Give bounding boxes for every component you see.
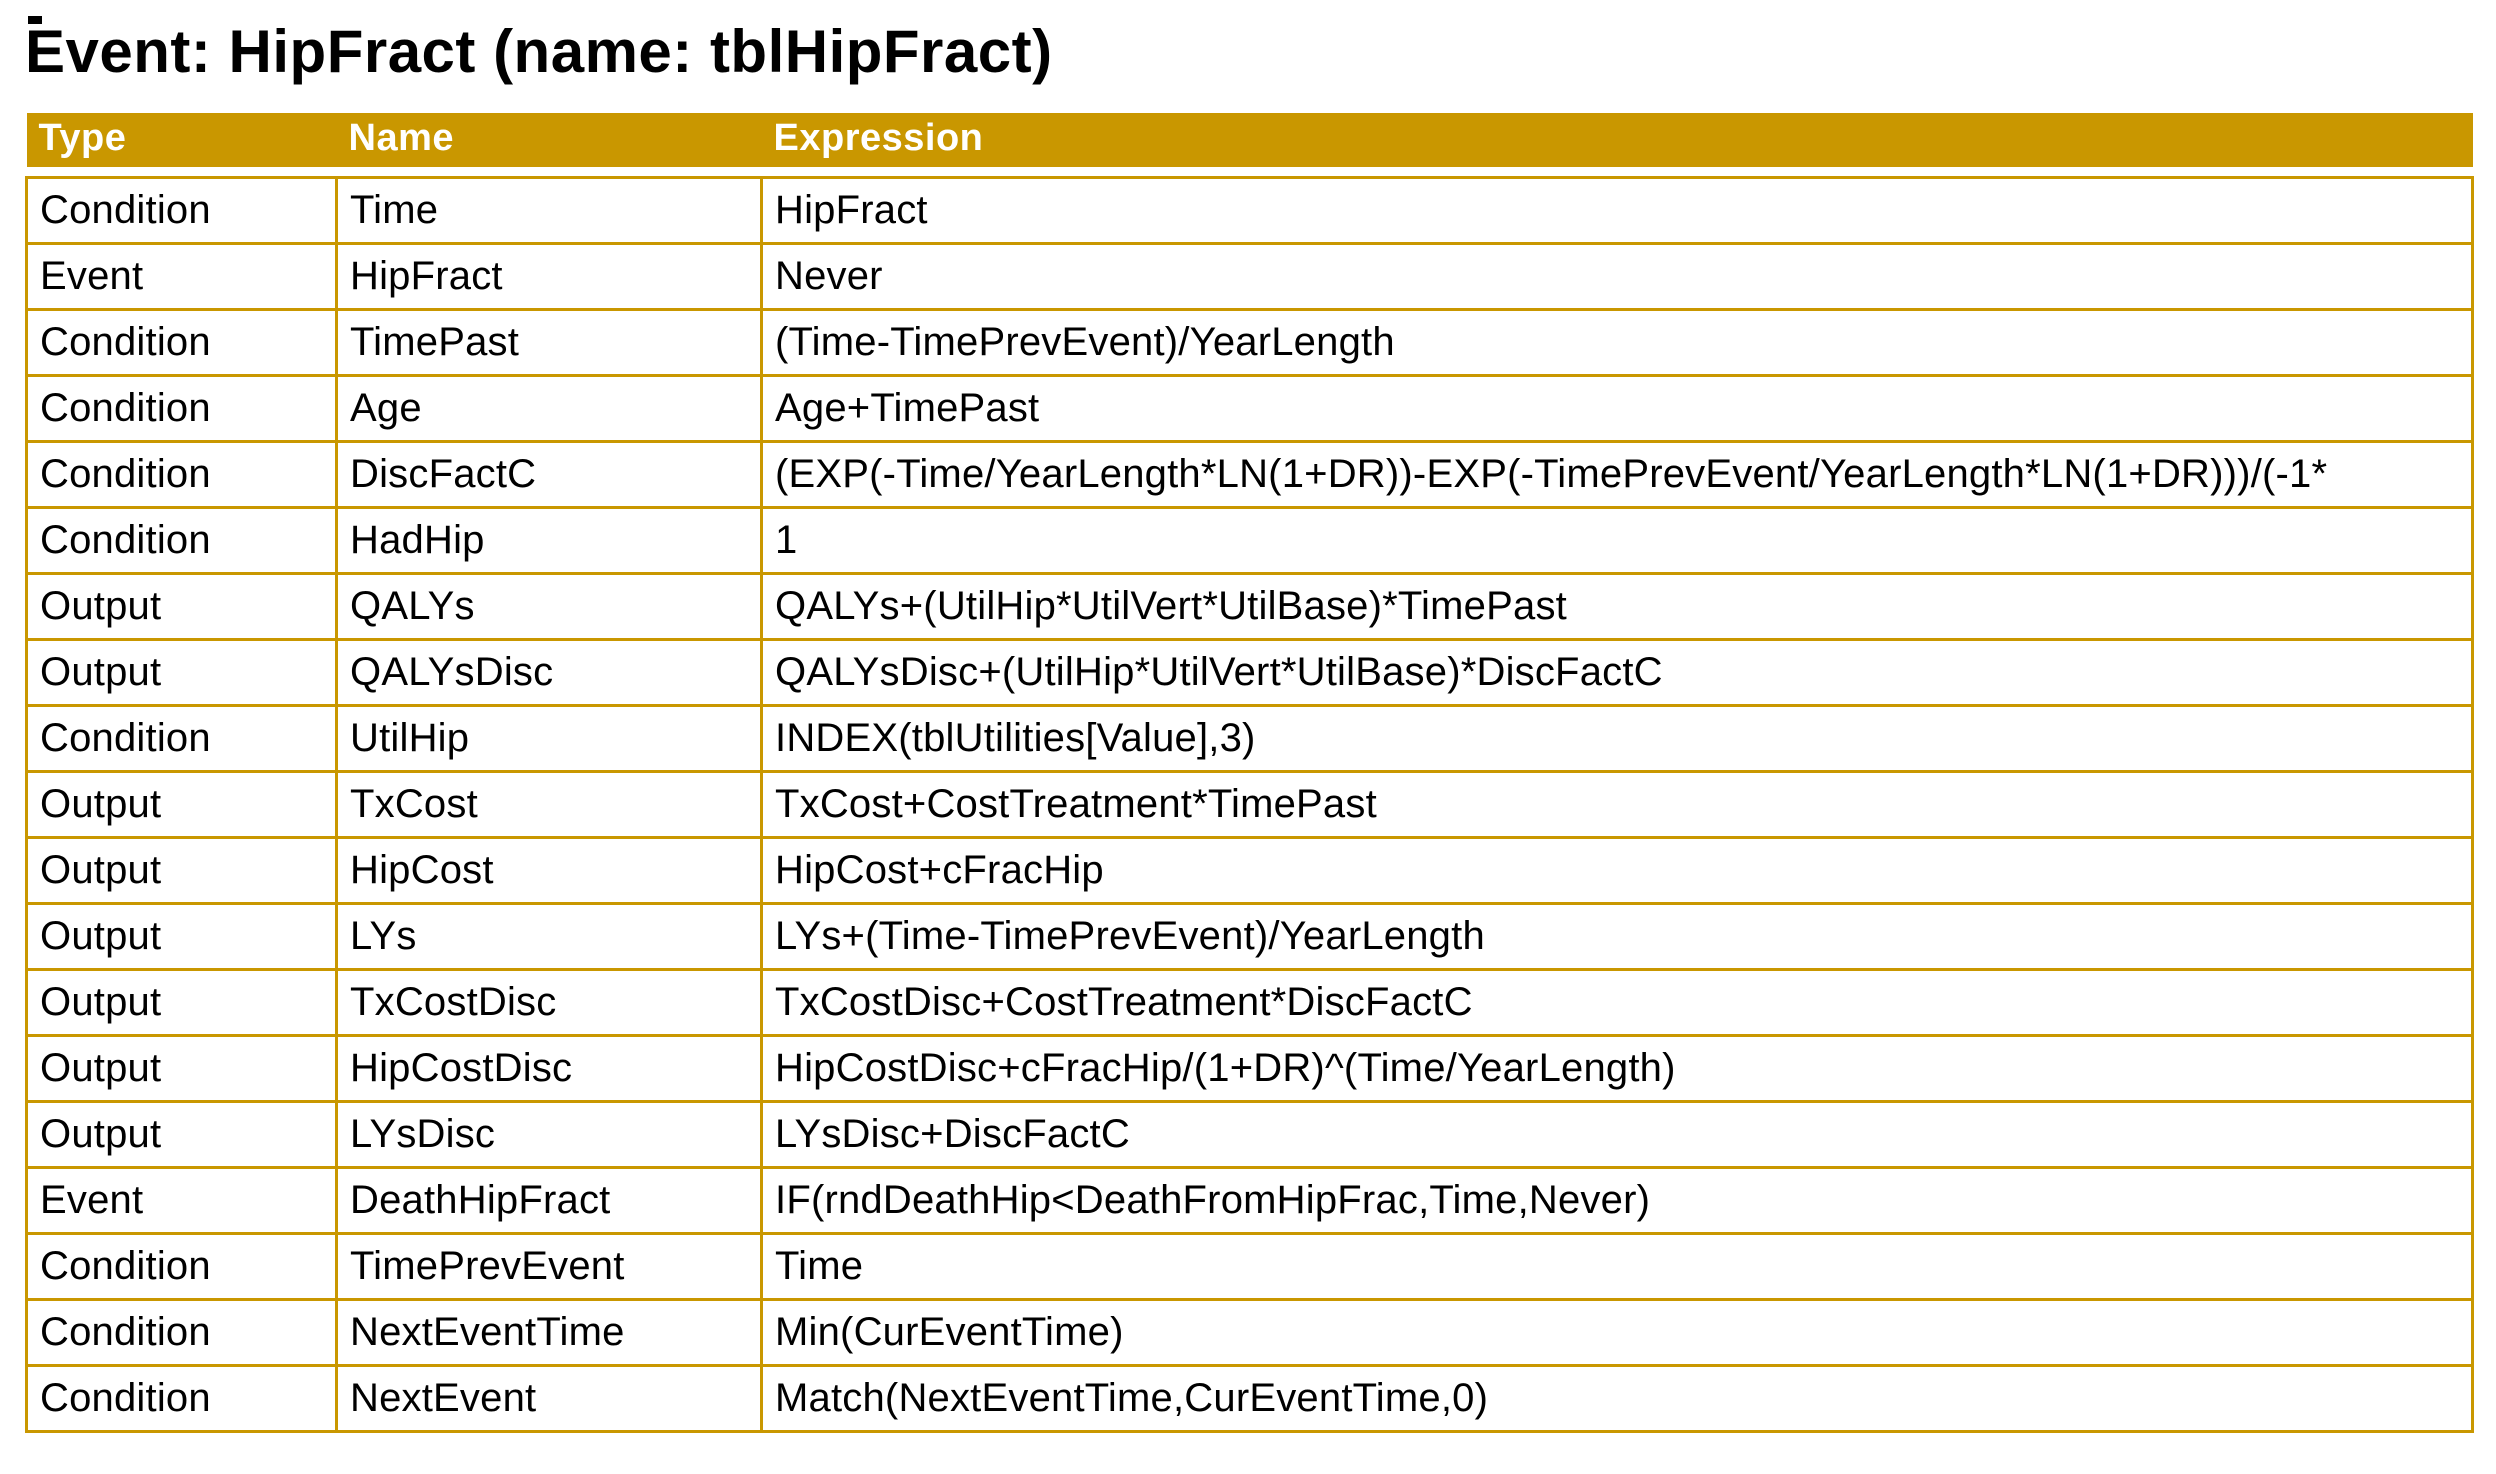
table-row: OutputLYsDiscLYsDisc+DiscFactC — [27, 1101, 2473, 1167]
cell-expression: LYsDisc+DiscFactC — [762, 1101, 2473, 1167]
cell-type: Output — [27, 639, 337, 705]
table-row: ConditionTimePrevEventTime — [27, 1233, 2473, 1299]
cell-type: Condition — [27, 177, 337, 243]
cell-type: Output — [27, 969, 337, 1035]
cell-expression: HipCostDisc+cFracHip/(1+DR)^(Time/YearLe… — [762, 1035, 2473, 1101]
table-row: OutputQALYsDiscQALYsDisc+(UtilHip*UtilVe… — [27, 639, 2473, 705]
page-title: Event: HipFract (name: tblHipFract) — [25, 16, 2496, 88]
cell-expression: QALYsDisc+(UtilHip*UtilVert*UtilBase)*Di… — [762, 639, 2473, 705]
cell-type: Condition — [27, 1233, 337, 1299]
cell-expression: Min(CurEventTime) — [762, 1299, 2473, 1365]
header-row: Type Name Expression — [27, 113, 2473, 167]
table-row: OutputQALYsQALYs+(UtilHip*UtilVert*UtilB… — [27, 573, 2473, 639]
cell-expression: (Time-TimePrevEvent)/YearLength — [762, 309, 2473, 375]
cell-name: NextEvent — [337, 1365, 762, 1431]
cell-expression: TxCostDisc+CostTreatment*DiscFactC — [762, 969, 2473, 1035]
gap-cell — [762, 167, 2473, 177]
cell-expression: (EXP(-Time/YearLength*LN(1+DR))-EXP(-Tim… — [762, 441, 2473, 507]
cell-name: QALYs — [337, 573, 762, 639]
table-row: ConditionTimeHipFract — [27, 177, 2473, 243]
table-row: EventHipFractNever — [27, 243, 2473, 309]
cell-expression: Time — [762, 1233, 2473, 1299]
table-row: OutputHipCostDiscHipCostDisc+cFracHip/(1… — [27, 1035, 2473, 1101]
table-body: ConditionTimeHipFractEventHipFractNeverC… — [27, 167, 2473, 1431]
table-row: ConditionHadHip1 — [27, 507, 2473, 573]
table-header: Type Name Expression — [27, 113, 2473, 167]
cell-expression: IF(rndDeathHip<DeathFromHipFrac,Time,Nev… — [762, 1167, 2473, 1233]
column-header-type: Type — [27, 113, 337, 167]
cell-expression: INDEX(tblUtilities[Value],3) — [762, 705, 2473, 771]
cell-name: Age — [337, 375, 762, 441]
table-row: OutputTxCostDiscTxCostDisc+CostTreatment… — [27, 969, 2473, 1035]
cell-type: Output — [27, 903, 337, 969]
cell-name: NextEventTime — [337, 1299, 762, 1365]
event-definition-table: Type Name Expression ConditionTimeHipFra… — [25, 113, 2474, 1433]
cell-name: HadHip — [337, 507, 762, 573]
cell-name: TimePast — [337, 309, 762, 375]
table-row: OutputLYsLYs+(Time-TimePrevEvent)/YearLe… — [27, 903, 2473, 969]
table-row: ConditionAgeAge+TimePast — [27, 375, 2473, 441]
table-row: OutputTxCostTxCost+CostTreatment*TimePas… — [27, 771, 2473, 837]
cell-type: Condition — [27, 441, 337, 507]
cell-type: Event — [27, 1167, 337, 1233]
table-row: ConditionNextEventMatch(NextEventTime,Cu… — [27, 1365, 2473, 1431]
cell-type: Condition — [27, 375, 337, 441]
cell-expression: Age+TimePast — [762, 375, 2473, 441]
table-row: ConditionNextEventTimeMin(CurEventTime) — [27, 1299, 2473, 1365]
cell-expression: LYs+(Time-TimePrevEvent)/YearLength — [762, 903, 2473, 969]
cell-type: Output — [27, 1035, 337, 1101]
cell-name: LYs — [337, 903, 762, 969]
table-row: ConditionUtilHipINDEX(tblUtilities[Value… — [27, 705, 2473, 771]
cell-expression: HipCost+cFracHip — [762, 837, 2473, 903]
table-row: EventDeathHipFractIF(rndDeathHip<DeathFr… — [27, 1167, 2473, 1233]
cell-type: Condition — [27, 1365, 337, 1431]
cell-name: LYsDisc — [337, 1101, 762, 1167]
cell-expression: 1 — [762, 507, 2473, 573]
cell-expression: HipFract — [762, 177, 2473, 243]
cell-type: Condition — [27, 507, 337, 573]
cell-expression: Match(NextEventTime,CurEventTime,0) — [762, 1365, 2473, 1431]
cell-name: QALYsDisc — [337, 639, 762, 705]
cell-type: Condition — [27, 705, 337, 771]
cell-type: Output — [27, 573, 337, 639]
column-header-name: Name — [337, 113, 762, 167]
cell-name: DeathHipFract — [337, 1167, 762, 1233]
table-row: ConditionTimePast(Time-TimePrevEvent)/Ye… — [27, 309, 2473, 375]
cell-type: Event — [27, 243, 337, 309]
cell-name: Time — [337, 177, 762, 243]
cell-type: Output — [27, 771, 337, 837]
gap-cell — [27, 167, 337, 177]
table-row: OutputHipCostHipCost+cFracHip — [27, 837, 2473, 903]
cell-expression: QALYs+(UtilHip*UtilVert*UtilBase)*TimePa… — [762, 573, 2473, 639]
cell-type: Output — [27, 1101, 337, 1167]
cell-name: DiscFactC — [337, 441, 762, 507]
cell-name: HipCost — [337, 837, 762, 903]
crop-artifact — [28, 16, 42, 24]
cell-name: HipFract — [337, 243, 762, 309]
cell-expression: Never — [762, 243, 2473, 309]
cell-expression: TxCost+CostTreatment*TimePast — [762, 771, 2473, 837]
cell-name: TxCost — [337, 771, 762, 837]
column-header-expression: Expression — [762, 113, 2473, 167]
cell-type: Condition — [27, 1299, 337, 1365]
gap-cell — [337, 167, 762, 177]
cell-name: TimePrevEvent — [337, 1233, 762, 1299]
cell-type: Condition — [27, 309, 337, 375]
cell-name: TxCostDisc — [337, 969, 762, 1035]
cell-name: HipCostDisc — [337, 1035, 762, 1101]
header-body-gap — [27, 167, 2473, 177]
cell-type: Output — [27, 837, 337, 903]
table-row: ConditionDiscFactC(EXP(-Time/YearLength*… — [27, 441, 2473, 507]
cell-name: UtilHip — [337, 705, 762, 771]
